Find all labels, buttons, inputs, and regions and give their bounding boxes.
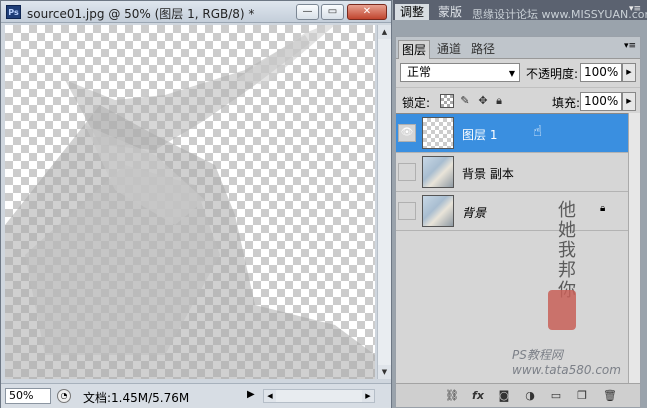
layers-menu-icon[interactable]: ▾≡ (624, 41, 636, 51)
blend-mode-select[interactable]: 正常 ▼ (400, 63, 520, 82)
layer-name: 图层 1 (462, 128, 498, 142)
visibility-toggle-off[interactable] (398, 202, 416, 220)
folder-icon[interactable]: ▭ (548, 388, 564, 404)
blend-row: 正常 ▼ 不透明度: 100% ▶ (396, 60, 640, 86)
scroll-right-icon[interactable]: ▶ (362, 390, 374, 402)
fx-icon[interactable]: fx (470, 388, 486, 404)
image-canvas[interactable] (5, 25, 375, 379)
minimize-button[interactable]: — (296, 4, 319, 20)
lock-icon: 🔒︎ (600, 203, 606, 214)
scroll-left-icon[interactable]: ◀ (264, 390, 276, 402)
eye-visibility-icon[interactable]: 👁︎ (398, 124, 416, 142)
fill-label: 填充: (552, 96, 581, 110)
chevron-down-icon: ▼ (508, 69, 515, 78)
tab-channels[interactable]: 通道 (434, 40, 464, 59)
layer-row-layer1[interactable]: 👁︎ 图层 1 ☝ (396, 114, 628, 153)
close-button[interactable]: ✕ (347, 4, 387, 20)
document-size: 文档:1.45M/5.76M (83, 391, 190, 405)
layer-name: 背景 副本 (462, 167, 514, 181)
canvas-image (5, 25, 375, 379)
layer-row-background[interactable]: 背景 🔒︎ (396, 192, 628, 231)
lock-row: 锁定: ✎ ✥ 🔒︎ 填充: 100% ▶ (396, 87, 640, 113)
visibility-toggle-off[interactable] (398, 163, 416, 181)
scroll-down-icon[interactable]: ▼ (378, 365, 391, 379)
tab-paths[interactable]: 路径 (468, 40, 498, 59)
layer-thumbnail (422, 117, 454, 149)
layer-list-scrollbar[interactable] (628, 113, 640, 385)
lock-transparency-icon[interactable] (440, 94, 454, 108)
photoshop-logo-icon: Ps (6, 5, 21, 19)
vertical-scrollbar[interactable]: ▲ ▼ (377, 25, 391, 379)
site-watermark: 思缘设计论坛 www.MISSYUAN.com (472, 8, 647, 21)
blend-mode-value: 正常 (407, 65, 432, 79)
red-seal-stamp (548, 290, 576, 330)
lock-all-icon[interactable]: 🔒︎ (492, 94, 506, 108)
layer-thumbnail (422, 156, 454, 188)
layer-list: 👁︎ 图层 1 ☝ 背景 副本 背景 🔒︎ (396, 113, 628, 231)
status-menu-arrow-icon[interactable]: ▶ (247, 389, 255, 400)
tab-masks[interactable]: 蒙版 (433, 4, 467, 20)
fill-slider-arrow-icon[interactable]: ▶ (622, 92, 636, 111)
layer-name: 背景 (462, 206, 487, 220)
horizontal-scrollbar[interactable]: ◀ ▶ (263, 389, 375, 403)
document-titlebar[interactable]: Ps source01.jpg @ 50% (图层 1, RGB/8) * — … (1, 1, 391, 23)
layer-row-background-copy[interactable]: 背景 副本 (396, 153, 628, 192)
footer-watermark: PS教程网 www.tata580.com (512, 348, 621, 377)
link-icon[interactable]: ⛓︎ (444, 388, 460, 404)
status-info-icon[interactable]: ◔ (57, 389, 71, 403)
opacity-slider-arrow-icon[interactable]: ▶ (622, 63, 636, 82)
tab-adjustments[interactable]: 调整 (395, 4, 429, 20)
lock-position-move-icon[interactable]: ✥ (476, 94, 490, 108)
adjustment-icon[interactable]: ◑ (522, 388, 538, 404)
document-window: Ps source01.jpg @ 50% (图层 1, RGB/8) * — … (0, 0, 392, 408)
maximize-button[interactable]: ▭ (321, 4, 344, 20)
trash-icon[interactable]: 🗑︎ (602, 388, 618, 404)
opacity-field[interactable]: 100% (580, 63, 622, 82)
lock-pixels-brush-icon[interactable]: ✎ (458, 94, 472, 108)
opacity-label: 不透明度: (526, 67, 579, 81)
document-title: source01.jpg @ 50% (图层 1, RGB/8) * (27, 7, 255, 21)
fill-field[interactable]: 100% (580, 92, 622, 111)
layers-panel-tabs: 图层 通道 路径 ▾≡ (396, 37, 640, 59)
mask-icon[interactable]: ◙ (496, 388, 512, 404)
layers-footer-toolbar: ⛓︎ fx ◙ ◑ ▭ ❐ 🗑︎ (396, 383, 640, 407)
status-bar: 50% ◔ 文档:1.45M/5.76M ▶ ◀ ▶ (1, 383, 391, 408)
new-layer-icon[interactable]: ❐ (574, 388, 590, 404)
tab-layers[interactable]: 图层 (398, 40, 430, 59)
handwritten-signature: 他她我邦你 (555, 200, 576, 300)
layer-thumbnail (422, 195, 454, 227)
zoom-field[interactable]: 50% (5, 388, 51, 404)
lock-label: 锁定: (402, 96, 431, 110)
scroll-up-icon[interactable]: ▲ (378, 25, 391, 39)
hand-cursor-icon: ☝ (533, 122, 543, 140)
